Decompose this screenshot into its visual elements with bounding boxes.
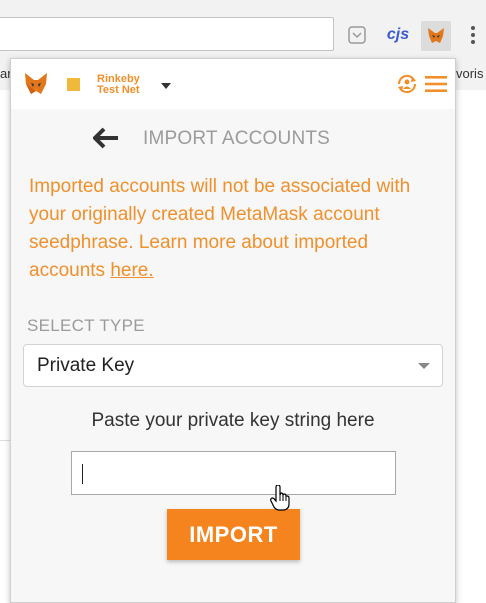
text-caret <box>82 464 83 484</box>
learn-more-link[interactable]: here. <box>110 260 153 281</box>
select-value: Private Key <box>37 355 135 376</box>
cjs-extension-button[interactable]: cjs <box>384 23 412 47</box>
metamask-fox-icon <box>428 28 444 43</box>
metamask-extension-button[interactable] <box>421 21 451 51</box>
metamask-fox-icon[interactable] <box>23 71 49 97</box>
network-status-dot <box>67 78 80 91</box>
private-key-input[interactable] <box>71 451 396 495</box>
back-arrow-icon[interactable] <box>93 127 119 149</box>
page-title: IMPORT ACCOUNTS <box>143 128 331 149</box>
hamburger-menu-icon[interactable] <box>425 75 447 93</box>
metamask-popup: Rinkeby Test Net IMPORT ACCOUNTS Importe… <box>10 58 456 603</box>
network-name[interactable]: Rinkeby Test Net <box>97 74 140 96</box>
pocket-icon[interactable] <box>346 23 368 47</box>
import-notice: Imported accounts will not be associated… <box>29 173 439 285</box>
paste-key-label: Paste your private key string here <box>91 410 375 431</box>
chevron-down-icon <box>418 363 430 369</box>
import-button[interactable]: IMPORT <box>167 509 300 560</box>
notice-text: Imported accounts will not be associated… <box>29 176 411 281</box>
bookmark-item[interactable]: voris <box>456 66 483 81</box>
import-type-select[interactable]: Private Key <box>23 344 443 387</box>
chevron-down-icon[interactable] <box>161 83 171 89</box>
popup-header: Rinkeby Test Net <box>11 59 455 109</box>
account-switch-icon[interactable] <box>396 73 418 95</box>
page-divider <box>0 440 10 441</box>
more-vert-icon[interactable] <box>466 23 480 47</box>
address-bar[interactable] <box>0 17 334 51</box>
hand-pointer-cursor-icon <box>270 485 290 511</box>
select-type-label: SELECT TYPE <box>27 316 145 335</box>
